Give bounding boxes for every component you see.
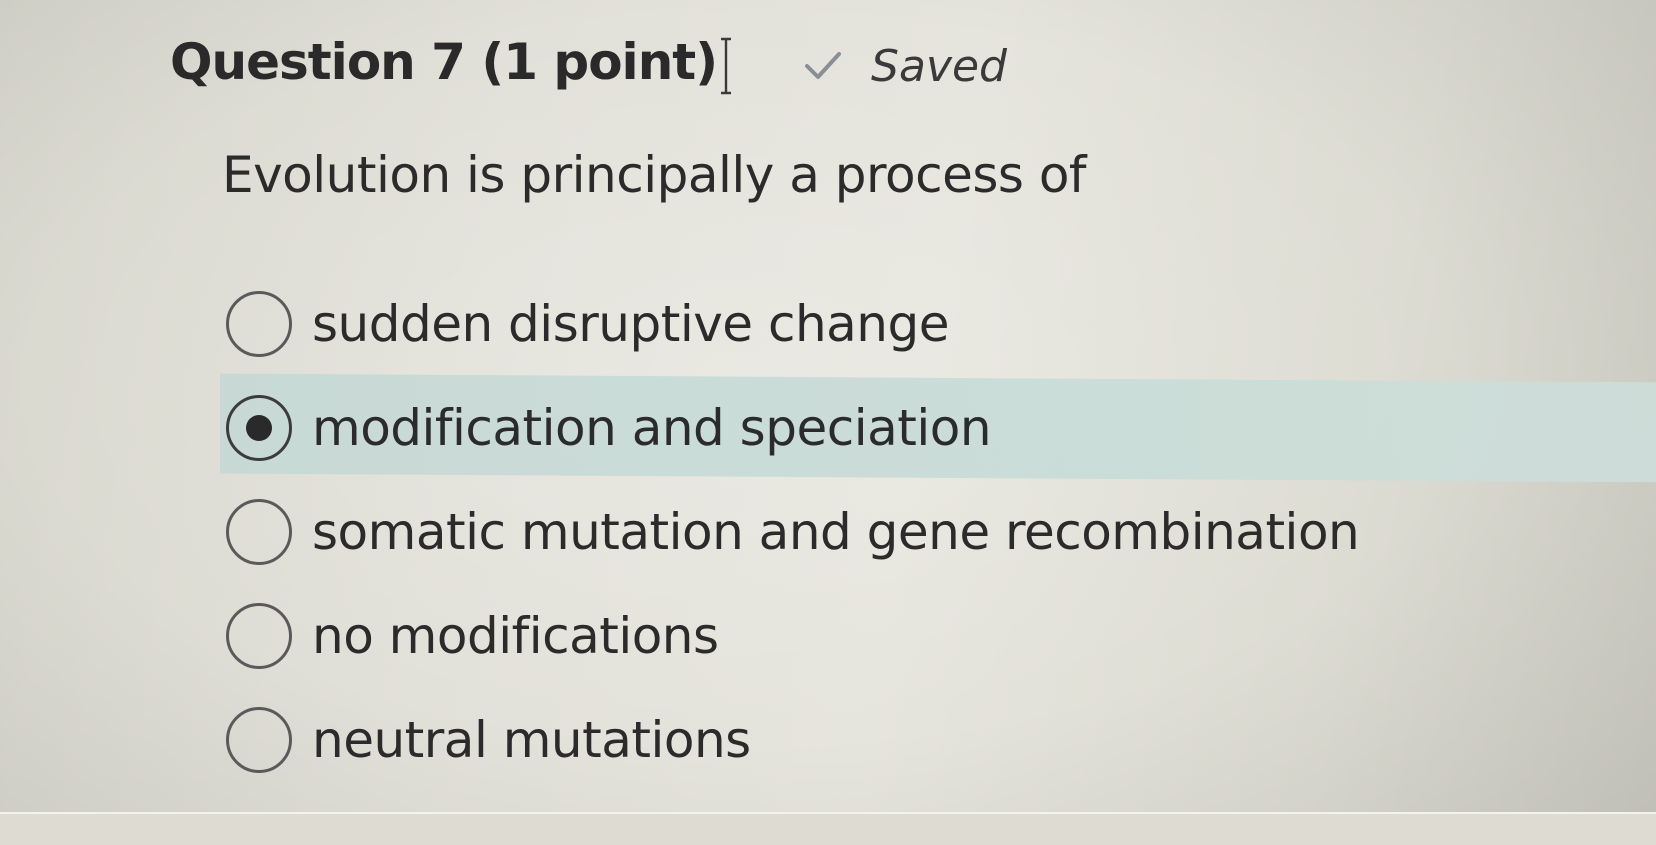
question-header: Question 7 (1 point) Saved: [170, 22, 1007, 102]
radio-button[interactable]: [226, 603, 292, 669]
question-title: Question 7 (1 point): [170, 33, 718, 91]
option-label[interactable]: no modifications: [312, 607, 719, 665]
radio-button[interactable]: [226, 707, 292, 773]
text-cursor-icon: [721, 37, 732, 95]
option-label[interactable]: sudden disruptive change: [312, 295, 949, 353]
option-no-modifications[interactable]: no modifications: [226, 584, 1656, 688]
answer-options: sudden disruptive change modification an…: [226, 272, 1656, 792]
screen-bottom-edge: [0, 812, 1656, 845]
radio-button-selected[interactable]: [226, 395, 292, 461]
saved-status: Saved: [803, 41, 1007, 92]
saved-label: Saved: [871, 40, 1007, 92]
radio-button[interactable]: [226, 499, 292, 565]
option-sudden-disruptive-change[interactable]: sudden disruptive change: [226, 272, 1656, 376]
radio-button[interactable]: [226, 291, 292, 357]
option-somatic-mutation[interactable]: somatic mutation and gene recombination: [226, 480, 1656, 584]
radio-selected-dot: [246, 415, 272, 441]
checkmark-icon: [805, 52, 842, 79]
option-label[interactable]: somatic mutation and gene recombination: [312, 503, 1360, 561]
option-modification-and-speciation[interactable]: modification and speciation: [226, 376, 1656, 480]
option-neutral-mutations[interactable]: neutral mutations: [226, 688, 1656, 792]
option-label[interactable]: neutral mutations: [312, 711, 751, 769]
option-label[interactable]: modification and speciation: [312, 399, 992, 457]
question-prompt: Evolution is principally a process of: [222, 146, 1087, 204]
